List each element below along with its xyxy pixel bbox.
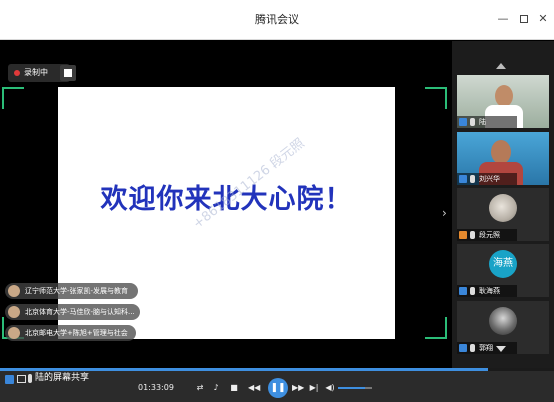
- scroll-up-icon[interactable]: [496, 63, 506, 69]
- chat-message: 北京体育大学-马佳欣-脑与认知科...: [5, 304, 140, 320]
- rewind-icon[interactable]: ◀◀: [248, 382, 260, 394]
- participant-namebar: 耿海燕: [457, 285, 517, 297]
- participants-panel: 陆 刘兴华 段元照 海燕 耿海燕 郭翔: [452, 41, 554, 368]
- screen-share-label: 陆的屏幕共享: [35, 373, 90, 383]
- mic-icon: [470, 175, 475, 183]
- mic-icon[interactable]: ♪: [210, 382, 222, 394]
- stop-icon: [64, 69, 72, 77]
- pause-button[interactable]: ❚❚: [268, 378, 288, 398]
- playback-controls: 01:33:09 ⇄ ♪ ■ ◀◀ ❚❚ ▶▶ ▶| ◀): [138, 378, 374, 398]
- minimize-icon[interactable]: —: [496, 12, 510, 26]
- volume-slider[interactable]: [338, 387, 372, 389]
- avatar: 海燕: [489, 250, 517, 278]
- maximize-icon[interactable]: [517, 12, 531, 26]
- playback-time: 01:33:09: [138, 383, 174, 392]
- window-title: 腾讯会议: [255, 13, 299, 26]
- user-icon: [459, 287, 467, 295]
- frame-corner: [2, 87, 24, 109]
- mic-icon: [28, 374, 32, 383]
- next-icon[interactable]: ▶|: [308, 382, 320, 394]
- volume-icon[interactable]: ◀): [324, 382, 336, 394]
- participant-namebar: 郭翔: [457, 342, 517, 354]
- chat-message: 北京邮电大学+陈旭+管理与社会: [5, 325, 136, 341]
- frame-corner: [425, 317, 447, 339]
- participant-name: 刘兴华: [479, 175, 500, 183]
- participant-name: 郭翔: [479, 344, 493, 352]
- participant-namebar: 刘兴华: [457, 173, 517, 185]
- participant-name: 耿海燕: [479, 287, 500, 295]
- participant-name: 段元照: [479, 231, 500, 239]
- user-icon: [5, 375, 14, 384]
- shuffle-icon[interactable]: ⇄: [194, 382, 206, 394]
- monitor-icon: [17, 375, 26, 383]
- participant-namebar: 段元照: [457, 229, 517, 241]
- chat-text: 北京邮电大学+陈旭+管理与社会: [25, 329, 128, 337]
- mic-icon: [470, 287, 475, 295]
- avatar: [8, 327, 20, 339]
- avatar: [8, 285, 20, 297]
- participant-tile[interactable]: 海燕 耿海燕: [457, 244, 549, 297]
- participant-tile[interactable]: 陆: [457, 75, 549, 128]
- chat-text: 北京体育大学-马佳欣-脑与认知科...: [25, 308, 135, 316]
- participant-tile[interactable]: 刘兴华: [457, 132, 549, 185]
- mic-icon: [470, 344, 475, 352]
- frame-corner: [425, 87, 447, 109]
- recording-dot-icon: [14, 70, 20, 76]
- avatar: [489, 307, 517, 335]
- participant-tile[interactable]: 段元照: [457, 188, 549, 241]
- mic-icon: [470, 118, 475, 126]
- scroll-down-icon[interactable]: [496, 346, 506, 352]
- participant-namebar: 陆: [457, 116, 517, 128]
- close-icon[interactable]: ✕: [536, 12, 550, 26]
- fast-forward-icon[interactable]: ▶▶: [292, 382, 304, 394]
- user-icon: [459, 175, 467, 183]
- participant-face: [495, 85, 513, 107]
- recording-label: 录制中: [24, 68, 48, 77]
- user-icon: [459, 118, 467, 126]
- user-icon: [459, 344, 467, 352]
- user-icon: [459, 231, 467, 239]
- stop-icon[interactable]: ■: [228, 382, 240, 394]
- mic-icon: [470, 231, 475, 239]
- chevron-right-icon[interactable]: ›: [442, 206, 447, 220]
- participant-name: 陆: [479, 118, 486, 126]
- chat-text: 辽宁师范大学-张家凯-发展与教育: [25, 287, 129, 295]
- shared-slide: 欢迎你来北大心院！ +8618311126 段元照: [58, 87, 395, 339]
- title-bar: 腾讯会议 — ✕: [0, 0, 554, 40]
- participant-face: [491, 140, 511, 164]
- recording-badge: 录制中: [8, 64, 76, 82]
- avatar: [489, 194, 517, 222]
- stop-recording-button[interactable]: [60, 65, 76, 81]
- avatar: [8, 306, 20, 318]
- chat-message: 辽宁师范大学-张家凯-发展与教育: [5, 283, 138, 299]
